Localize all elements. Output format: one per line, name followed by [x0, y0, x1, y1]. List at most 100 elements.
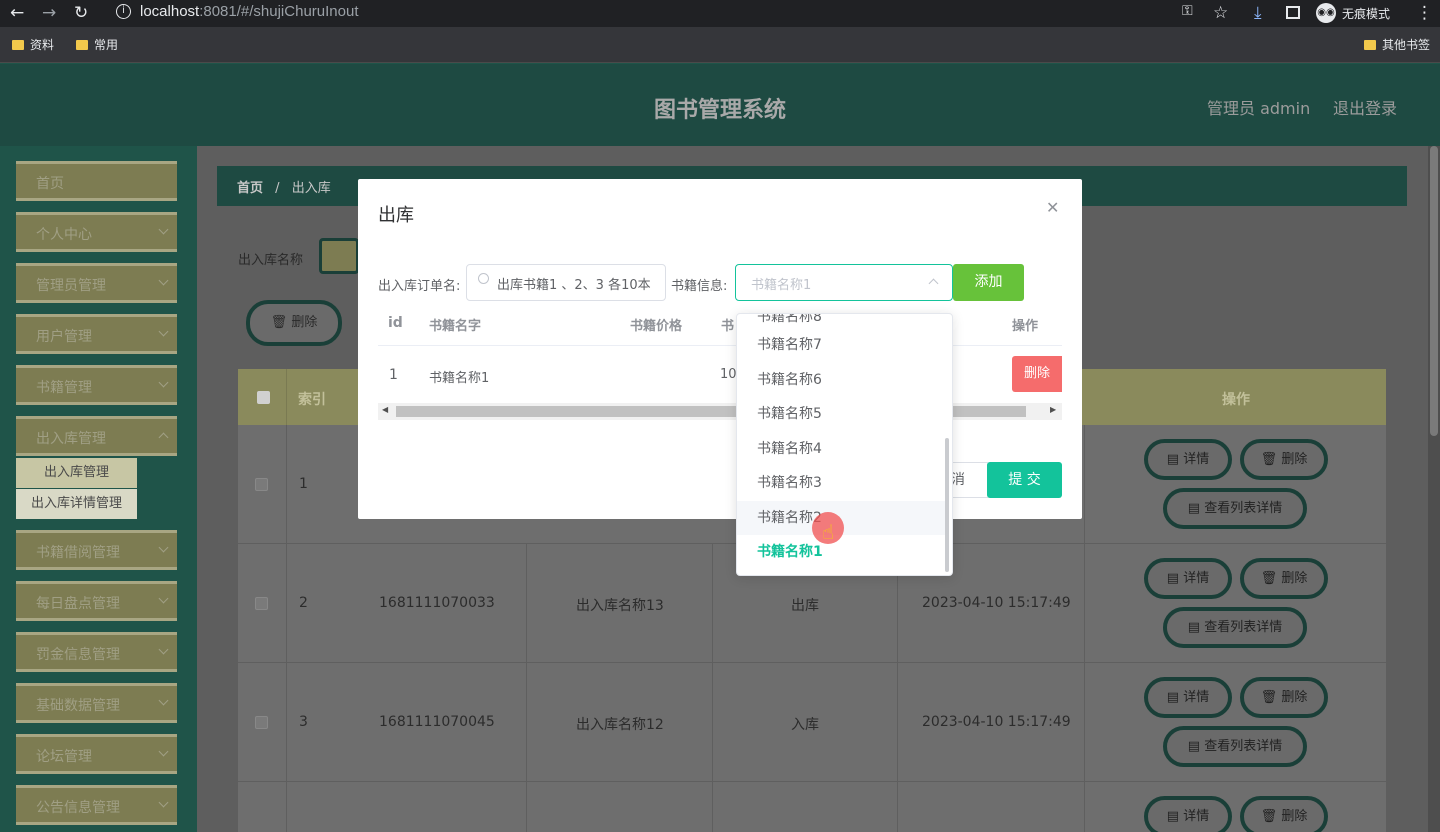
sidebar-item-profile[interactable]: 个人中心	[16, 212, 177, 252]
chevron-down-icon	[158, 377, 169, 388]
detail-button[interactable]: ▤ 详情	[1144, 796, 1232, 832]
back-icon[interactable]: ←	[10, 3, 24, 23]
sidebar-subitem-inout[interactable]: 出入库管理	[16, 458, 137, 488]
dropdown-option[interactable]: 书籍名称6	[737, 363, 945, 397]
logout-link[interactable]: 退出登录	[1333, 95, 1397, 119]
row-name: 出入库名称12	[576, 717, 664, 733]
col-book-price: 书籍价格	[630, 319, 683, 334]
select-all-checkbox[interactable]	[257, 391, 270, 404]
order-name-label: 出入库订单名:	[378, 279, 461, 294]
row-id: 1	[389, 367, 398, 383]
chevron-down-icon	[158, 695, 169, 706]
row-delete-button[interactable]: 删除	[1012, 356, 1062, 392]
column-actions: 操作	[1222, 392, 1250, 408]
delete-button[interactable]: 🗑 删除	[1240, 796, 1328, 832]
page-scrollbar-thumb[interactable]	[1430, 146, 1438, 436]
chevron-down-icon	[158, 797, 169, 808]
incognito-badge[interactable]: ◉◉ 无痕模式	[1316, 3, 1390, 23]
add-button[interactable]: 添加	[953, 264, 1024, 301]
star-icon[interactable]: ☆	[1213, 3, 1228, 23]
list-detail-button[interactable]: ▤ 查看列表详情	[1163, 488, 1307, 529]
bookmark-folder[interactable]: 常用	[76, 36, 118, 53]
delete-button[interactable]: 🗑 删除	[1240, 677, 1328, 718]
book-info-label: 书籍信息:	[671, 279, 728, 294]
book-select-dropdown: 书籍名称8 书籍名称7 书籍名称6 书籍名称5 书籍名称4 书籍名称3 书籍名称…	[736, 313, 953, 576]
chevron-down-icon	[158, 224, 169, 235]
dropdown-option[interactable]: 书籍名称3	[737, 466, 945, 500]
row-index: 1	[299, 476, 308, 492]
row-code: 1681111070045	[379, 714, 495, 730]
dropdown-option[interactable]: 书籍名称5	[737, 397, 945, 431]
detail-button[interactable]: ▤ 详情	[1144, 558, 1232, 599]
dropdown-option[interactable]: 书籍名称4	[737, 432, 945, 466]
batch-delete-button[interactable]: 🗑 删除	[246, 300, 342, 346]
row-index: 3	[299, 714, 308, 730]
hand-cursor-icon: ☝	[822, 520, 835, 544]
order-name-input[interactable]: 出库书籍1 、2、3 各10本	[466, 264, 666, 301]
row-time: 2023-04-10 15:17:49	[922, 714, 1071, 730]
bookmark-folder-other[interactable]: 其他书签	[1364, 36, 1430, 53]
folder-icon	[76, 39, 88, 50]
row-name: 出入库名称13	[576, 598, 664, 614]
chevron-down-icon	[158, 275, 169, 286]
menu-icon[interactable]: ⋮	[1416, 3, 1433, 23]
sidebar-subitem-inout-detail[interactable]: 出入库详情管理	[16, 489, 137, 519]
col-partial: 书	[721, 319, 735, 334]
sidebar-item-home[interactable]: 首页	[16, 161, 177, 201]
address-bar[interactable]: localhost:8081/#/shujiChuruInout	[140, 3, 358, 20]
scroll-right-icon[interactable]: ▶	[1050, 405, 1056, 414]
sidebar-item-inventory[interactable]: 每日盘点管理	[16, 581, 177, 621]
search-icon	[478, 273, 489, 284]
row-index: 2	[299, 595, 308, 611]
search-label: 出入库名称	[238, 253, 304, 268]
forward-icon[interactable]: →	[42, 3, 56, 23]
row-checkbox[interactable]	[255, 716, 268, 729]
sidebar-item-basedata[interactable]: 基础数据管理	[16, 683, 177, 723]
row-checkbox[interactable]	[255, 478, 268, 491]
bookmark-folder[interactable]: 资料	[12, 36, 54, 53]
sidepanel-icon[interactable]	[1286, 6, 1300, 19]
sidebar-item-fines[interactable]: 罚金信息管理	[16, 632, 177, 672]
chevron-down-icon	[158, 593, 169, 604]
header-user: 管理员 admin	[1207, 99, 1311, 118]
list-detail-button[interactable]: ▤ 查看列表详情	[1163, 726, 1307, 767]
dropdown-scrollbar-thumb[interactable]	[945, 438, 949, 572]
row-book-name: 书籍名称1	[429, 371, 490, 386]
submit-button[interactable]: 提 交	[987, 462, 1062, 498]
download-icon[interactable]: ⤓	[1254, 3, 1262, 23]
sidebar-item-forum[interactable]: 论坛管理	[16, 734, 177, 774]
breadcrumb-home[interactable]: 首页	[237, 181, 263, 196]
book-select[interactable]: 书籍名称1	[735, 264, 953, 301]
incognito-icon: ◉◉	[1316, 3, 1336, 23]
column-index: 索引	[298, 392, 326, 408]
breadcrumb-current: 出入库	[291, 181, 331, 196]
scroll-left-icon[interactable]: ◀	[382, 405, 388, 414]
dropdown-option-selected[interactable]: 书籍名称1	[737, 535, 945, 569]
delete-button[interactable]: 🗑 删除	[1240, 439, 1328, 480]
folder-icon	[12, 39, 24, 50]
search-input[interactable]	[319, 238, 359, 274]
info-icon[interactable]: i	[116, 4, 131, 19]
dropdown-option[interactable]: 书籍名称7	[737, 328, 945, 362]
chevron-down-icon	[158, 644, 169, 655]
sidebar-item-borrow[interactable]: 书籍借阅管理	[16, 530, 177, 570]
row-type: 出库	[791, 598, 819, 614]
sidebar-item-notices[interactable]: 公告信息管理	[16, 785, 177, 825]
sidebar-item-users[interactable]: 用户管理	[16, 314, 177, 354]
key-icon[interactable]: ⚿	[1182, 3, 1193, 19]
row-checkbox[interactable]	[255, 597, 268, 610]
reload-icon[interactable]: ↻	[74, 3, 88, 23]
close-icon[interactable]: ✕	[1046, 198, 1059, 217]
detail-button[interactable]: ▤ 详情	[1144, 677, 1232, 718]
sidebar-item-admins[interactable]: 管理员管理	[16, 263, 177, 303]
detail-button[interactable]: ▤ 详情	[1144, 439, 1232, 480]
sidebar-item-books[interactable]: 书籍管理	[16, 365, 177, 405]
list-detail-button[interactable]: ▤ 查看列表详情	[1163, 607, 1307, 648]
delete-button[interactable]: 🗑 删除	[1240, 558, 1328, 599]
sidebar-item-inout[interactable]: 出入库管理	[16, 416, 177, 456]
chevron-up-icon	[158, 432, 169, 443]
chevron-down-icon	[158, 326, 169, 337]
col-id: id	[388, 315, 403, 331]
folder-icon	[1364, 39, 1376, 50]
chevron-down-icon	[158, 746, 169, 757]
